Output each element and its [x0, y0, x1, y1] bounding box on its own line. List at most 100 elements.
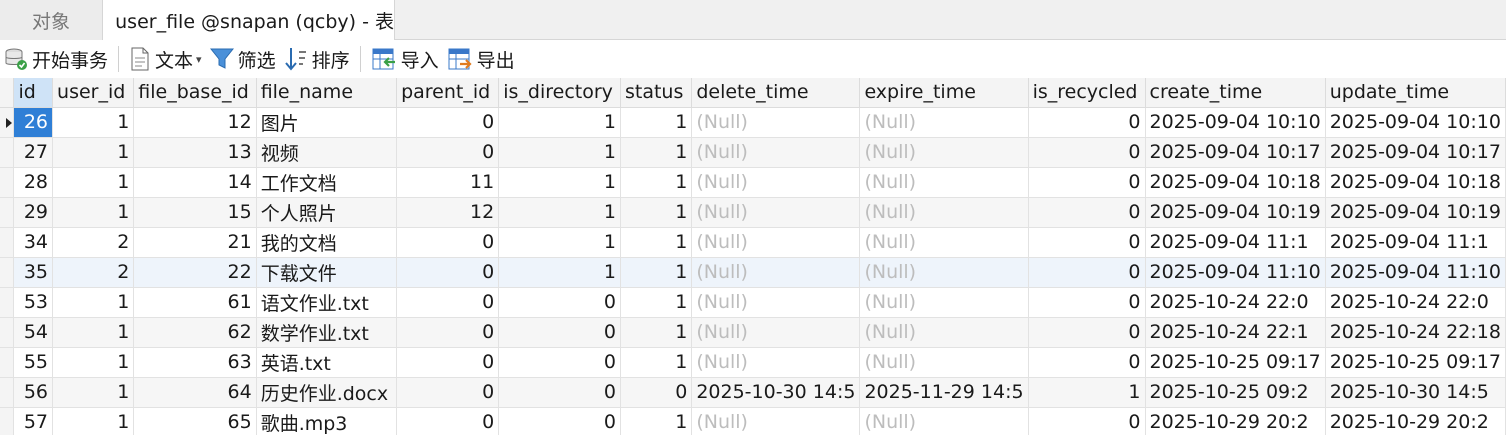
cell-is-directory[interactable]: 0	[498, 347, 621, 378]
row-selector[interactable]	[0, 347, 15, 378]
cell-is-recycled[interactable]: 0	[1028, 257, 1146, 288]
cell-status[interactable]: 1	[620, 197, 693, 228]
cell-parent-id[interactable]: 0	[396, 227, 500, 258]
tab-objects[interactable]: 对象	[0, 0, 103, 40]
table-row[interactable]: 35 2 22 下载文件 0 1 1 (Null) (Null) 0 2025-09-04 11:1…	[0, 257, 1506, 288]
cell-parent-id[interactable]: 0	[396, 377, 500, 408]
cell-parent-id[interactable]: 11	[396, 167, 500, 198]
cell-parent-id[interactable]: 0	[396, 107, 500, 138]
table-row[interactable]: 28 1 14 工作文档 11 1 1 (Null) (Null) 0 2025-09-04 10:…	[0, 167, 1506, 198]
cell-is-directory[interactable]: 0	[498, 287, 621, 318]
cell-file-base-id[interactable]: 15	[133, 197, 257, 228]
cell-is-recycled[interactable]: 0	[1028, 197, 1146, 228]
cell-id[interactable]: 55	[13, 347, 54, 378]
cell-parent-id[interactable]: 0	[396, 317, 500, 348]
cell-file-base-id[interactable]: 63	[133, 347, 257, 378]
export-button[interactable]: 导出	[443, 43, 519, 75]
cell-is-directory[interactable]: 0	[498, 317, 621, 348]
cell-user-id[interactable]: 1	[52, 287, 135, 318]
cell-status[interactable]: 0	[620, 377, 693, 408]
cell-file-base-id[interactable]: 62	[133, 317, 257, 348]
cell-is-directory[interactable]: 1	[498, 167, 621, 198]
cell-delete-time[interactable]: (Null)	[691, 227, 861, 258]
cell-id[interactable]: 35	[13, 257, 54, 288]
cell-file-name[interactable]: 工作文档	[256, 167, 398, 198]
cell-create-time[interactable]: 2025-09-04 10:19	[1145, 197, 1326, 228]
cell-id[interactable]: 29	[13, 197, 54, 228]
cell-delete-time[interactable]: (Null)	[691, 317, 861, 348]
cell-parent-id[interactable]: 12	[396, 197, 500, 228]
table-row[interactable]: 29 1 15 个人照片 12 1 1 (Null) (Null) 0 2025-09-04 10:…	[0, 197, 1506, 228]
cell-expire-time[interactable]: (Null)	[859, 317, 1029, 348]
cell-status[interactable]: 1	[620, 257, 693, 288]
cell-delete-time[interactable]: (Null)	[691, 407, 861, 435]
cell-create-time[interactable]: 2025-09-04 11:1	[1145, 227, 1326, 258]
cell-is-directory[interactable]: 1	[498, 137, 621, 168]
cell-is-directory[interactable]: 0	[498, 377, 621, 408]
column-header-file-base-id[interactable]: file_base_id	[133, 78, 257, 108]
cell-file-name[interactable]: 语文作业.txt	[256, 287, 398, 318]
cell-is-recycled[interactable]: 0	[1028, 287, 1146, 318]
cell-expire-time[interactable]: (Null)	[859, 137, 1029, 168]
filter-button[interactable]: 筛选	[206, 43, 280, 75]
cell-update-time[interactable]: 2025-10-30 14:5	[1325, 377, 1506, 408]
cell-is-recycled[interactable]: 0	[1028, 407, 1146, 435]
cell-file-base-id[interactable]: 61	[133, 287, 257, 318]
cell-expire-time[interactable]: (Null)	[859, 197, 1029, 228]
cell-status[interactable]: 1	[620, 227, 693, 258]
row-selector[interactable]	[0, 407, 15, 435]
cell-status[interactable]: 1	[620, 317, 693, 348]
cell-create-time[interactable]: 2025-09-04 11:10	[1145, 257, 1326, 288]
cell-create-time[interactable]: 2025-10-25 09:2	[1145, 377, 1326, 408]
cell-update-time[interactable]: 2025-10-29 20:2	[1325, 407, 1506, 435]
cell-id[interactable]: 26	[13, 107, 54, 138]
cell-file-name[interactable]: 歌曲.mp3	[256, 407, 398, 435]
cell-file-base-id[interactable]: 13	[133, 137, 257, 168]
cell-user-id[interactable]: 1	[52, 197, 135, 228]
cell-status[interactable]: 1	[620, 287, 693, 318]
column-header-is-directory[interactable]: is_directory	[498, 78, 621, 108]
cell-is-directory[interactable]: 1	[498, 227, 621, 258]
text-dropdown-button[interactable]: 文本 ▾	[125, 43, 206, 75]
cell-parent-id[interactable]: 0	[396, 257, 500, 288]
cell-is-recycled[interactable]: 0	[1028, 107, 1146, 138]
cell-file-name[interactable]: 图片	[256, 107, 398, 138]
cell-is-recycled[interactable]: 0	[1028, 137, 1146, 168]
sort-button[interactable]: 排序	[280, 43, 354, 75]
cell-user-id[interactable]: 1	[52, 317, 135, 348]
cell-delete-time[interactable]: (Null)	[691, 167, 861, 198]
cell-create-time[interactable]: 2025-10-24 22:1	[1145, 317, 1326, 348]
row-selector[interactable]	[0, 107, 15, 138]
column-header-create-time[interactable]: create_time	[1145, 78, 1326, 108]
cell-id[interactable]: 27	[13, 137, 54, 168]
cell-file-base-id[interactable]: 14	[133, 167, 257, 198]
table-row[interactable]: 56 1 64 历史作业.docx 0 0 0 2025-10-30 14:5 2025-11-…	[0, 377, 1506, 408]
row-selector[interactable]	[0, 287, 15, 318]
cell-delete-time[interactable]: (Null)	[691, 137, 861, 168]
cell-create-time[interactable]: 2025-10-29 20:2	[1145, 407, 1326, 435]
cell-status[interactable]: 1	[620, 107, 693, 138]
begin-transaction-button[interactable]: 开始事务	[0, 43, 112, 75]
row-selector[interactable]	[0, 167, 15, 198]
cell-update-time[interactable]: 2025-10-24 22:0	[1325, 287, 1506, 318]
data-grid[interactable]: id user_id file_base_id file_name parent_id i…	[0, 78, 1506, 435]
cell-update-time[interactable]: 2025-09-04 10:18	[1325, 167, 1506, 198]
table-row[interactable]: 57 1 65 歌曲.mp3 0 0 1 (Null) (Null) 0 2025-10-29 20…	[0, 407, 1506, 435]
cell-id[interactable]: 53	[13, 287, 54, 318]
cell-is-directory[interactable]: 1	[498, 257, 621, 288]
tab-user-file-table[interactable]: user_file @snapan (qcby) - 表	[103, 0, 395, 41]
cell-user-id[interactable]: 2	[52, 257, 135, 288]
cell-expire-time[interactable]: (Null)	[859, 347, 1029, 378]
row-selector[interactable]	[0, 227, 15, 258]
table-row[interactable]: 54 1 62 数学作业.txt 0 0 1 (Null) (Null) 0 2025-10-24 …	[0, 317, 1506, 348]
cell-file-base-id[interactable]: 21	[133, 227, 257, 258]
column-header-expire-time[interactable]: expire_time	[859, 78, 1029, 108]
cell-file-base-id[interactable]: 65	[133, 407, 257, 435]
cell-expire-time[interactable]: (Null)	[859, 257, 1029, 288]
column-header-parent-id[interactable]: parent_id	[396, 78, 500, 108]
cell-expire-time[interactable]: (Null)	[859, 287, 1029, 318]
cell-file-name[interactable]: 视频	[256, 137, 398, 168]
cell-user-id[interactable]: 1	[52, 407, 135, 435]
cell-file-name[interactable]: 英语.txt	[256, 347, 398, 378]
cell-is-recycled[interactable]: 1	[1028, 377, 1146, 408]
